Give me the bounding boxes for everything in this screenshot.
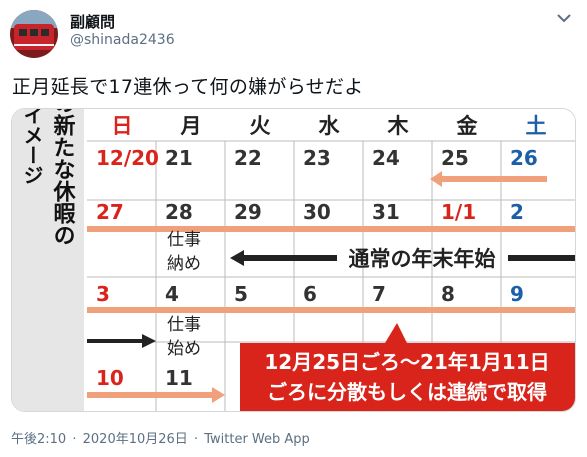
tweet-date[interactable]: 2020年10月26日 <box>83 432 188 447</box>
tweet-text: 正月延長で17連休って何の嫌がらせだよ <box>12 76 364 98</box>
shigoto-hajime-line-2: 始め <box>167 339 201 359</box>
tweet-source[interactable]: Twitter Web App <box>204 432 310 447</box>
callout-line-2: ごろに分散もしくは連続で取得 <box>267 380 547 404</box>
weekday-label: 月 <box>180 114 202 138</box>
tweet-time[interactable]: 午後2:10 <box>11 432 66 447</box>
side-title-line-2: 取得イメージ <box>20 109 44 185</box>
tweet-meta: 午後2:10 · 2020年10月26日 · Twitter Web App <box>11 428 310 447</box>
avatar-stripe <box>14 44 54 46</box>
weekday-label: 日 <box>112 114 133 138</box>
separator-dot: · <box>193 432 199 447</box>
shigoto-osame-line-2: 納め <box>167 254 201 274</box>
day-number: 6 <box>303 282 317 306</box>
shigoto-hajime-line-1: 仕事 <box>167 315 201 335</box>
holiday-calendar-graphic: 年末年始の新たな休暇の 取得イメージ 日 月 火 水 木 金 土 12/20 2… <box>12 109 575 411</box>
weekday-label: 土 <box>526 114 547 138</box>
day-number: 2 <box>510 200 524 224</box>
day-number: 31 <box>372 200 400 224</box>
day-number: 28 <box>165 200 193 224</box>
day-number: 1/1 <box>441 200 476 224</box>
separator-dot: · <box>72 432 77 447</box>
weekday-label: 木 <box>387 114 410 138</box>
day-number: 10 <box>96 366 124 390</box>
weekday-label: 水 <box>319 114 341 138</box>
day-number: 3 <box>96 282 110 306</box>
day-number: 22 <box>234 146 262 170</box>
day-number: 25 <box>441 146 469 170</box>
user-handle[interactable]: @shinada2436 <box>70 32 175 48</box>
day-number: 30 <box>303 200 331 224</box>
orange-band <box>87 226 575 232</box>
day-number: 29 <box>234 200 262 224</box>
tweet-image[interactable]: 年末年始の新たな休暇の 取得イメージ 日 月 火 水 木 金 土 12/20 2… <box>11 108 576 412</box>
day-number: 4 <box>165 282 179 306</box>
day-number: 9 <box>510 282 524 306</box>
day-number: 27 <box>96 200 124 224</box>
normal-holiday-label: 通常の年末年始 <box>349 247 496 271</box>
day-number: 11 <box>165 366 193 390</box>
day-number: 12/20 <box>96 146 159 170</box>
avatar-window <box>41 29 49 36</box>
orange-band <box>87 307 575 313</box>
day-number: 5 <box>234 282 248 306</box>
avatar-train <box>14 24 54 50</box>
day-number: 8 <box>441 282 455 306</box>
chevron-down-icon[interactable] <box>555 12 573 24</box>
day-number: 21 <box>165 146 193 170</box>
weekday-label: 火 <box>250 114 271 138</box>
callout-line-1: 12月25日ごろ〜21年1月11日 <box>264 350 549 374</box>
display-name[interactable]: 副顧問 <box>70 11 115 32</box>
weekday-label: 金 <box>456 114 479 138</box>
day-number: 23 <box>303 146 331 170</box>
avatar-window <box>30 29 38 36</box>
avatar[interactable] <box>10 10 58 58</box>
shigoto-osame-line-1: 仕事 <box>167 230 201 250</box>
day-number: 26 <box>510 146 538 170</box>
avatar-window <box>19 29 27 36</box>
side-title-line-1: 年末年始の新たな休暇の <box>50 109 77 246</box>
day-number: 7 <box>372 282 386 306</box>
black-band-right <box>508 255 575 261</box>
day-number: 24 <box>372 146 400 170</box>
